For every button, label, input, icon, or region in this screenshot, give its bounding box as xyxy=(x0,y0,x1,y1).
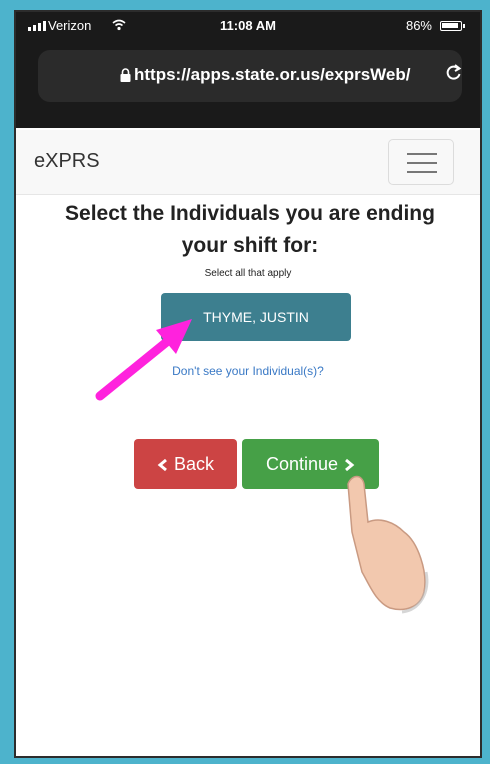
annotation-layer xyxy=(95,319,429,614)
hand-pointer-icon xyxy=(346,470,429,614)
magenta-arrow-icon xyxy=(95,319,192,401)
phone-screen: Verizon 11:08 AM 86% https://apps.state.… xyxy=(14,10,482,758)
